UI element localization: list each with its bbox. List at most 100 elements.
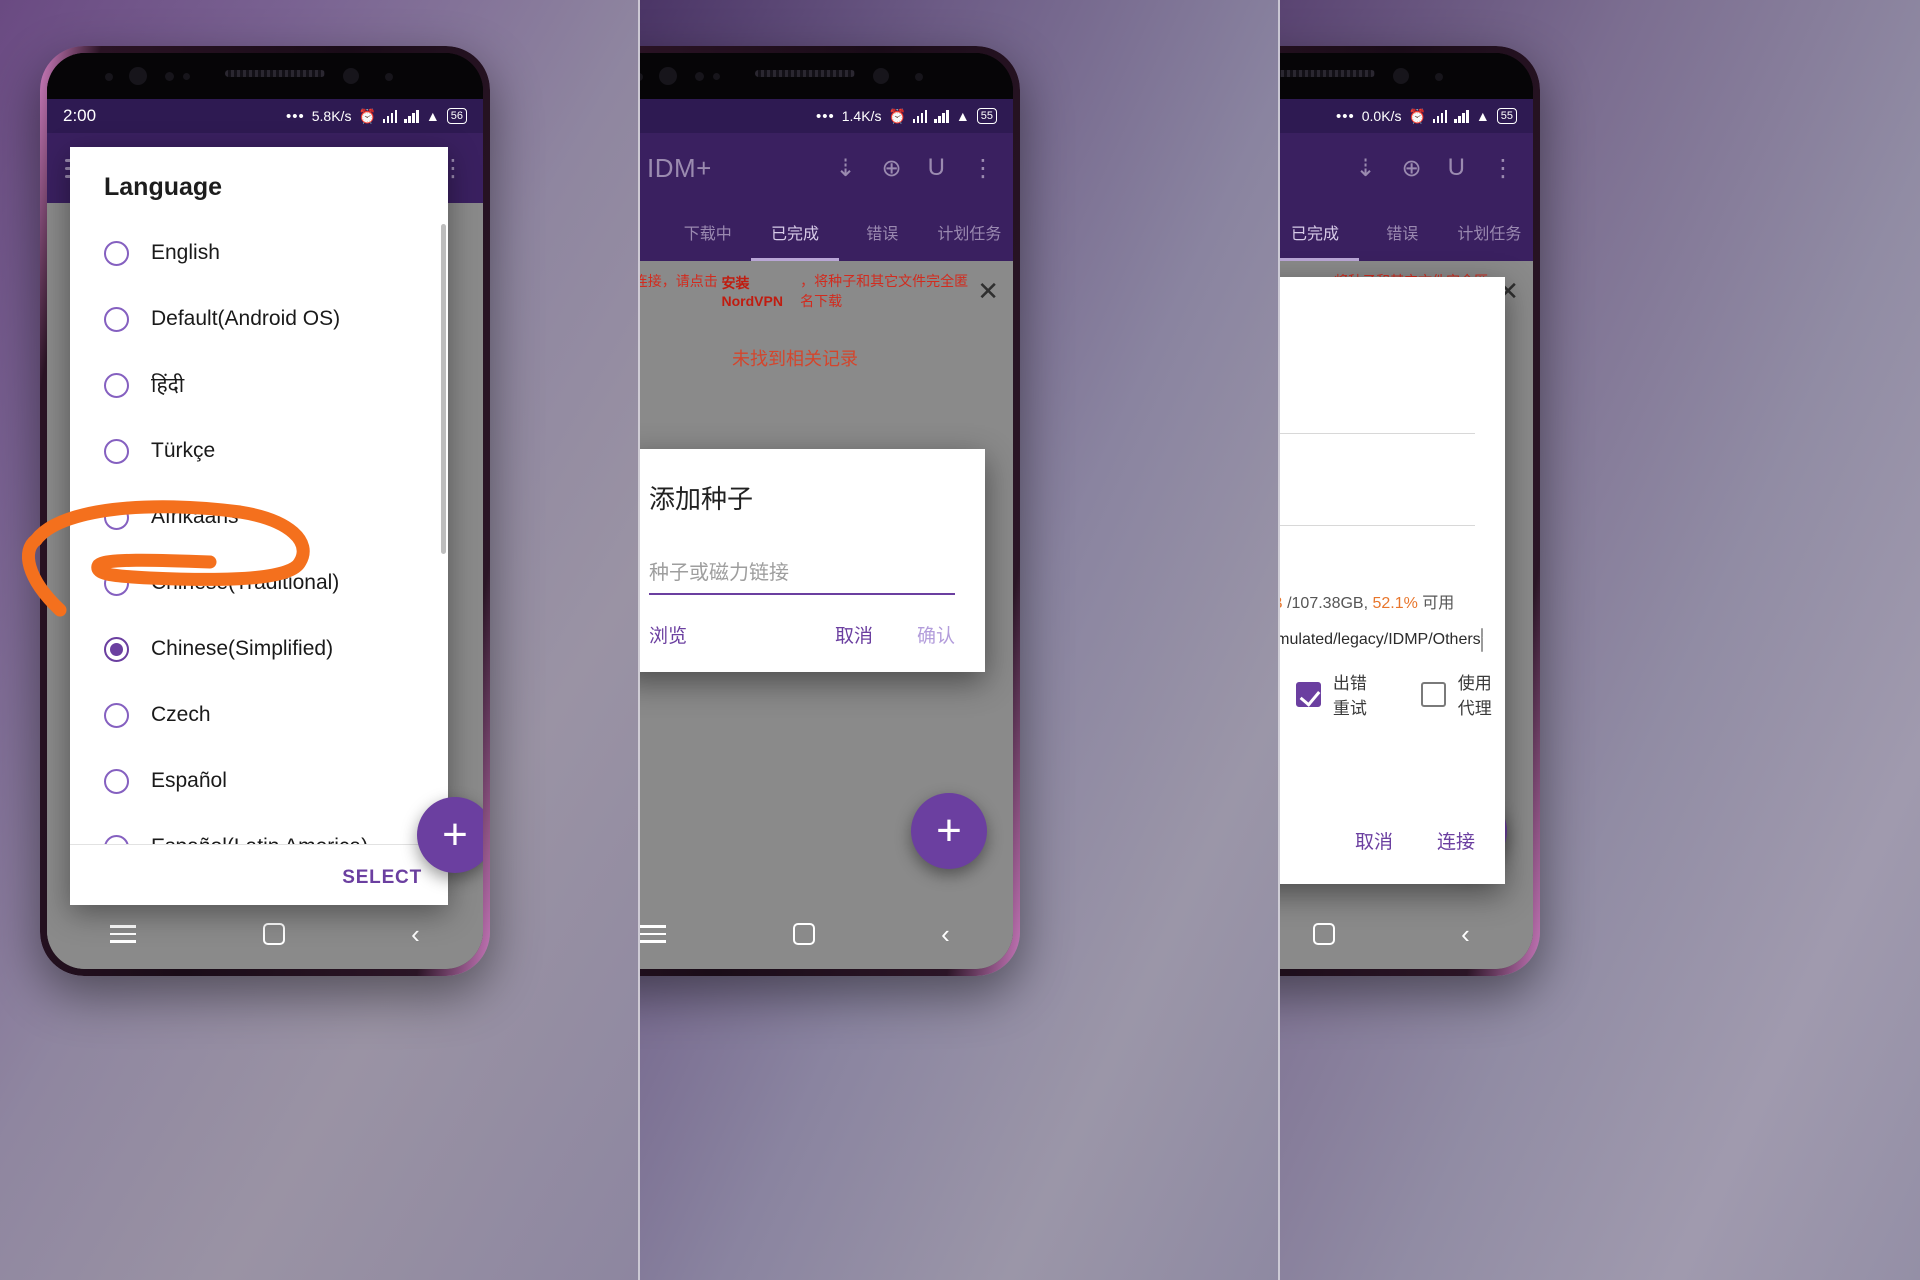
back-button[interactable]: ‹ bbox=[1461, 921, 1470, 947]
folder-picker-icon[interactable] bbox=[1480, 628, 1483, 652]
language-option[interactable]: हिंदी bbox=[70, 352, 448, 418]
home-button[interactable] bbox=[1312, 923, 1335, 945]
storage-suffix: 可用 bbox=[1422, 595, 1455, 612]
tab-downloading[interactable]: 下载中 bbox=[664, 220, 751, 244]
phone-device-3: 2:00 ••• 0.0K/s ⏰ ▲ 55 IDM bbox=[1280, 46, 1540, 976]
status-bar-3: 2:00 ••• 0.0K/s ⏰ ▲ 55 bbox=[1280, 99, 1533, 133]
sort-icon[interactable]: ⇣ bbox=[835, 154, 855, 183]
tab-bar-3: 全部 下载中 已完成 错误 计划任务 bbox=[1280, 203, 1533, 261]
radio-icon[interactable] bbox=[104, 768, 129, 794]
empty-state-text: 未找到相关记录 bbox=[732, 349, 858, 369]
back-button[interactable]: ‹ bbox=[941, 921, 950, 947]
front-camera-icon bbox=[343, 68, 359, 84]
radio-icon[interactable] bbox=[104, 570, 129, 596]
alarm-icon: ⏰ bbox=[358, 107, 376, 124]
radio-icon[interactable] bbox=[104, 504, 129, 530]
language-option[interactable]: Türkçe bbox=[70, 418, 448, 484]
select-button[interactable]: SELECT bbox=[342, 867, 422, 889]
language-option[interactable]: Czech bbox=[70, 682, 448, 748]
browse-button[interactable]: 浏览 bbox=[649, 621, 687, 648]
language-option-list[interactable]: English Default(Android OS) हिंदी Türkçe… bbox=[70, 220, 448, 844]
radio-icon[interactable] bbox=[104, 240, 129, 266]
close-icon[interactable]: ✕ bbox=[977, 278, 999, 304]
back-button[interactable]: ‹ bbox=[411, 921, 420, 947]
use-proxy-checkbox[interactable] bbox=[1420, 681, 1446, 707]
tab-scheduled[interactable]: 计划任务 bbox=[926, 220, 1013, 244]
sort-icon[interactable]: ⇣ bbox=[1355, 154, 1375, 183]
sensor-icon bbox=[713, 73, 720, 80]
radio-icon[interactable] bbox=[104, 372, 129, 398]
tab-scheduled[interactable]: 计划任务 bbox=[1446, 220, 1533, 244]
vpn-text-prefix: VPN未连接，请点击此处 bbox=[640, 273, 718, 289]
language-option[interactable]: Chinese(Traditional) bbox=[70, 550, 448, 616]
app-bar-3: IDM+ ⇣ ⊕ U ⋮ bbox=[1280, 133, 1533, 203]
filename-input[interactable]: 文件名 bbox=[1280, 491, 1475, 526]
earpiece-speaker bbox=[1280, 70, 1375, 77]
phone2-notch bbox=[640, 53, 1013, 99]
retry-on-error-checkbox[interactable] bbox=[1295, 681, 1321, 707]
home-button[interactable] bbox=[792, 923, 815, 945]
cancel-button[interactable]: 取消 bbox=[1355, 827, 1393, 854]
tab-completed[interactable]: 已完成 bbox=[751, 220, 838, 244]
save-path-value: /storage/emulated/legacy/IDMP/Others bbox=[1280, 631, 1481, 648]
storage-used: 55.96GB bbox=[1280, 595, 1283, 612]
status-more-icon: ••• bbox=[815, 107, 835, 125]
add-download-fab[interactable]: + bbox=[417, 797, 483, 873]
tab-error[interactable]: 错误 bbox=[839, 220, 926, 244]
front-camera-icon bbox=[1393, 68, 1409, 84]
vpn-install-link[interactable]: 安装 NordVPN bbox=[721, 273, 800, 309]
language-option[interactable]: Español bbox=[70, 748, 448, 814]
connect-button[interactable]: 连接 bbox=[1437, 827, 1475, 854]
language-label: Czech bbox=[151, 703, 211, 726]
size-label: 大小: bbox=[1280, 526, 1505, 573]
home-button[interactable] bbox=[262, 923, 285, 945]
system-nav-2: ‹ bbox=[640, 899, 1013, 969]
network-speed: 0.0K/s bbox=[1361, 108, 1402, 124]
confirm-button[interactable]: 确认 bbox=[917, 621, 955, 648]
language-option[interactable]: Afrikaans bbox=[70, 484, 448, 550]
language-label: Afrikaans bbox=[151, 505, 239, 528]
overflow-icon[interactable]: ⋮ bbox=[1491, 154, 1515, 183]
language-option[interactable]: Default(Android OS) bbox=[70, 286, 448, 352]
language-label: Default(Android OS) bbox=[151, 307, 341, 330]
vpn-banner-2[interactable]: VPN未连接，请点击此处 安装 NordVPN ，将种子和其它文件完全匿名下载 … bbox=[640, 261, 1013, 321]
recents-button[interactable] bbox=[110, 925, 137, 943]
status-bar-1: 2:00 ••• 5.8K/s ⏰ ▲ 56 bbox=[47, 99, 483, 133]
language-option-selected[interactable]: Chinese(Simplified) bbox=[70, 616, 448, 682]
tab-all[interactable]: 全部 bbox=[640, 220, 664, 244]
recents-button[interactable] bbox=[640, 925, 667, 943]
save-path-row[interactable]: /storage/emulated/legacy/IDMP/Others bbox=[1280, 613, 1505, 653]
radio-icon[interactable] bbox=[104, 702, 129, 728]
overflow-icon[interactable]: ⋮ bbox=[971, 154, 995, 183]
sensor-icon bbox=[1435, 73, 1443, 81]
tab-completed[interactable]: 已完成 bbox=[1280, 220, 1359, 244]
dialog-scrollbar[interactable] bbox=[441, 224, 446, 554]
globe-icon[interactable]: ⊕ bbox=[1402, 154, 1422, 183]
u-icon[interactable]: U bbox=[928, 154, 945, 182]
download-link-input[interactable]: 下载链接 bbox=[1280, 399, 1475, 434]
globe-icon[interactable]: ⊕ bbox=[882, 154, 902, 183]
add-download-fab[interactable]: + bbox=[911, 793, 987, 869]
sensor-icon bbox=[385, 73, 393, 81]
alarm-icon: ⏰ bbox=[888, 107, 906, 124]
radio-icon-selected[interactable] bbox=[104, 636, 129, 662]
system-nav-3: ‹ bbox=[1280, 899, 1533, 969]
torrent-link-input[interactable]: 种子或磁力链接 bbox=[649, 556, 955, 595]
radio-icon[interactable] bbox=[104, 438, 129, 464]
phone1-notch bbox=[47, 53, 483, 99]
app-bar-2: IDM+ ⇣ ⊕ U ⋮ bbox=[640, 133, 1013, 203]
options-row-1: 仅限Wi-Fi 出错重试 使用代理 bbox=[1280, 653, 1505, 719]
options-row-2: 隐藏文件 bbox=[1280, 719, 1505, 760]
language-label: Español(Latin America) bbox=[151, 835, 368, 844]
language-option[interactable]: Español(Latin America) bbox=[70, 814, 448, 844]
language-option[interactable]: English bbox=[70, 220, 448, 286]
cancel-button[interactable]: 取消 bbox=[835, 621, 873, 648]
panel-download-file-screen: 2:00 ••• 0.0K/s ⏰ ▲ 55 IDM bbox=[1280, 0, 1920, 1280]
phone2-screen: 2:00 ••• 1.4K/s ⏰ ▲ 55 IDM bbox=[640, 99, 1013, 969]
sensor-icon bbox=[165, 72, 174, 81]
radio-icon[interactable] bbox=[104, 306, 129, 332]
tab-error[interactable]: 错误 bbox=[1359, 220, 1446, 244]
earpiece-speaker bbox=[755, 70, 855, 77]
radio-icon[interactable] bbox=[104, 834, 129, 844]
u-icon[interactable]: U bbox=[1448, 154, 1465, 182]
